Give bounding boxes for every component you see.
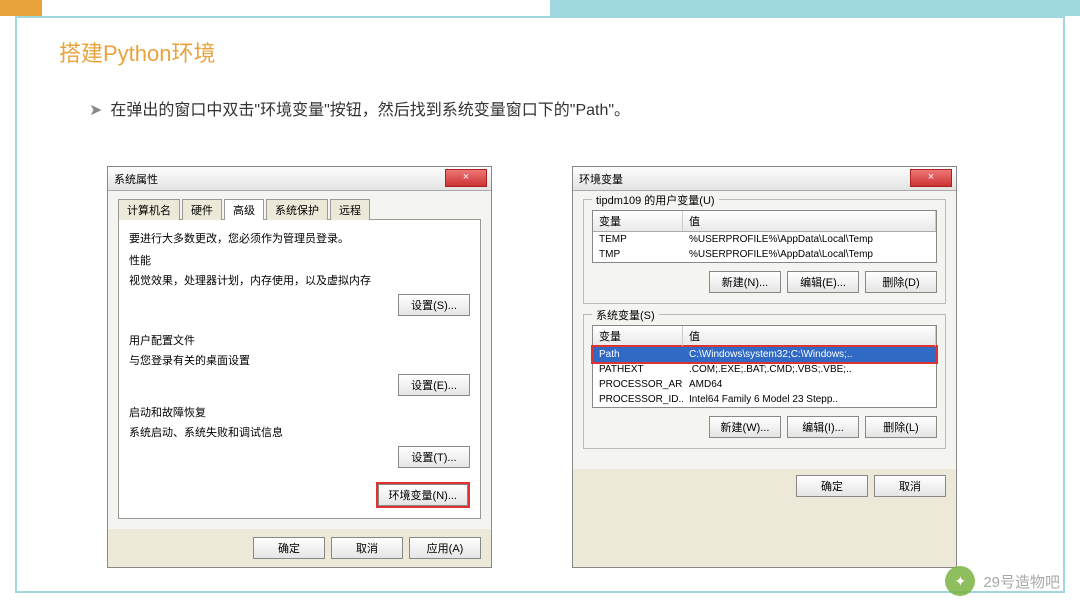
table-row[interactable]: PathC:\Windows\system32;C:\Windows;..: [593, 347, 936, 362]
table-row[interactable]: TEMP%USERPROFILE%\AppData\Local\Temp: [593, 232, 936, 247]
user-vars-table[interactable]: 变量 值 TEMP%USERPROFILE%\AppData\Local\Tem…: [592, 210, 937, 263]
user-vars-buttons: 新建(N)... 编辑(E)... 删除(D): [592, 271, 937, 293]
table-row[interactable]: PROCESSOR_AR..AMD64: [593, 377, 936, 392]
table-row[interactable]: PATHEXT.COM;.EXE;.BAT;.CMD;.VBS;.VBE;..: [593, 362, 936, 377]
profile-settings-button[interactable]: 设置(E)...: [398, 374, 470, 396]
user-vars-fieldset: tipdm109 的用户变量(U) 变量 值 TEMP%USERPROFILE%…: [583, 199, 946, 304]
startup-settings-button[interactable]: 设置(T)...: [398, 446, 470, 468]
table-header: 变量 值: [593, 211, 936, 232]
dialog-title: 系统属性: [114, 171, 158, 187]
startup-desc: 系统启动、系统失败和调试信息: [129, 424, 470, 440]
dialog-buttons: 确定 取消 应用(A): [108, 529, 491, 567]
slide-title: 搭建Python环境: [59, 36, 216, 68]
edit-button[interactable]: 编辑(E)...: [787, 271, 859, 293]
profile-title: 用户配置文件: [129, 332, 470, 348]
sys-vars-buttons: 新建(W)... 编辑(I)... 删除(L): [592, 416, 937, 438]
tab-body: 要进行大多数更改，您必须作为管理员登录。 性能 视觉效果，处理器计划，内存使用，…: [118, 219, 481, 519]
close-icon[interactable]: ×: [445, 169, 487, 187]
apply-button[interactable]: 应用(A): [409, 537, 481, 559]
col-variable: 变量: [593, 211, 683, 231]
perf-desc: 视觉效果，处理器计划，内存使用，以及虚拟内存: [129, 272, 470, 288]
col-value: 值: [683, 326, 936, 346]
tab-protection[interactable]: 系统保护: [266, 199, 328, 220]
delete-button[interactable]: 删除(L): [865, 416, 937, 438]
table-row[interactable]: PROCESSOR_ID..Intel64 Family 6 Model 23 …: [593, 392, 936, 407]
tabs: 计算机名 硬件 高级 系统保护 远程: [118, 199, 481, 220]
edit-button[interactable]: 编辑(I)...: [787, 416, 859, 438]
delete-button[interactable]: 删除(D): [865, 271, 937, 293]
col-variable: 变量: [593, 326, 683, 346]
bullet-icon: ➤: [89, 102, 102, 119]
cancel-button[interactable]: 取消: [331, 537, 403, 559]
tab-hardware[interactable]: 硬件: [182, 199, 222, 220]
bullet-content: 在弹出的窗口中双击"环境变量"按钮，然后找到系统变量窗口下的"Path"。: [110, 102, 630, 119]
titlebar: 系统属性 ×: [108, 167, 491, 191]
startup-title: 启动和故障恢复: [129, 404, 470, 420]
watermark-text: 29号造物吧: [983, 571, 1060, 592]
env-vars-dialog: 环境变量 × tipdm109 的用户变量(U) 变量 值 TEMP%USERP…: [572, 166, 957, 568]
titlebar: 环境变量 ×: [573, 167, 956, 191]
deco-orange: [0, 0, 42, 16]
col-value: 值: [683, 211, 936, 231]
bullet-text: ➤ 在弹出的窗口中双击"环境变量"按钮，然后找到系统变量窗口下的"Path"。: [89, 96, 630, 120]
env-button-highlight: 环境变量(N)...: [376, 482, 470, 508]
close-icon[interactable]: ×: [910, 169, 952, 187]
slide-frame: 搭建Python环境 ➤ 在弹出的窗口中双击"环境变量"按钮，然后找到系统变量窗口…: [15, 16, 1065, 593]
dialog-body: tipdm109 的用户变量(U) 变量 值 TEMP%USERPROFILE%…: [573, 191, 956, 469]
table-header: 变量 值: [593, 326, 936, 347]
system-properties-dialog: 系统属性 × 计算机名 硬件 高级 系统保护 远程 要进行大多数更改，您必须作为…: [107, 166, 492, 568]
profile-desc: 与您登录有关的桌面设置: [129, 352, 470, 368]
sys-vars-table[interactable]: 变量 值 PathC:\Windows\system32;C:\Windows;…: [592, 325, 937, 408]
ok-button[interactable]: 确定: [253, 537, 325, 559]
tab-computer[interactable]: 计算机名: [118, 199, 180, 220]
perf-group: 性能 视觉效果，处理器计划，内存使用，以及虚拟内存 设置(S)...: [129, 252, 470, 316]
new-button[interactable]: 新建(W)...: [709, 416, 781, 438]
admin-note: 要进行大多数更改，您必须作为管理员登录。: [129, 230, 470, 246]
dialogs-row: 系统属性 × 计算机名 硬件 高级 系统保护 远程 要进行大多数更改，您必须作为…: [107, 166, 1023, 568]
dialog-title: 环境变量: [579, 171, 623, 187]
env-vars-button[interactable]: 环境变量(N)...: [378, 484, 468, 506]
sys-vars-legend: 系统变量(S): [592, 307, 659, 323]
startup-group: 启动和故障恢复 系统启动、系统失败和调试信息 设置(T)...: [129, 404, 470, 468]
dialog-body: 计算机名 硬件 高级 系统保护 远程 要进行大多数更改，您必须作为管理员登录。 …: [108, 191, 491, 529]
cancel-button[interactable]: 取消: [874, 475, 946, 497]
profile-group: 用户配置文件 与您登录有关的桌面设置 设置(E)...: [129, 324, 470, 404]
tab-remote[interactable]: 远程: [330, 199, 370, 220]
table-row[interactable]: TMP%USERPROFILE%\AppData\Local\Temp: [593, 247, 936, 262]
perf-settings-button[interactable]: 设置(S)...: [398, 294, 470, 316]
sys-vars-fieldset: 系统变量(S) 变量 值 PathC:\Windows\system32;C:\…: [583, 314, 946, 449]
perf-title: 性能: [129, 252, 470, 268]
new-button[interactable]: 新建(N)...: [709, 271, 781, 293]
wechat-icon: ✦: [945, 566, 975, 596]
dialog-buttons: 确定 取消: [573, 469, 956, 503]
user-vars-legend: tipdm109 的用户变量(U): [592, 192, 719, 208]
watermark: ✦ 29号造物吧: [945, 566, 1060, 596]
tab-advanced[interactable]: 高级: [224, 199, 264, 220]
deco-cyan: [550, 0, 1080, 16]
ok-button[interactable]: 确定: [796, 475, 868, 497]
